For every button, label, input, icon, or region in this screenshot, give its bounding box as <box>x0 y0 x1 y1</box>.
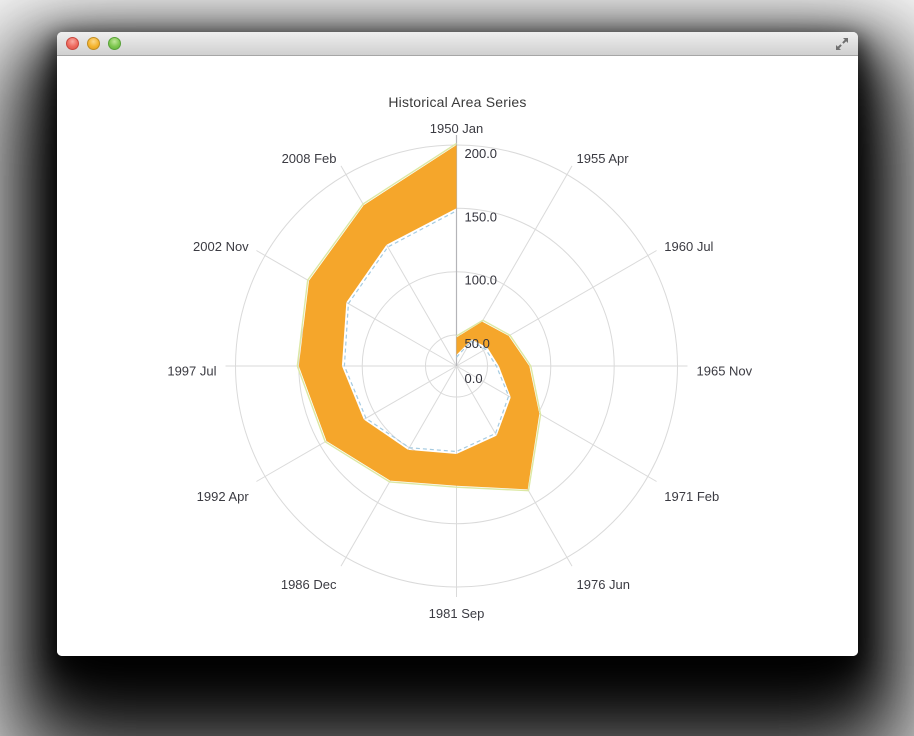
category-label: 1971 Feb <box>664 489 719 504</box>
area-series <box>299 145 540 489</box>
category-label: 1976 Jun <box>577 577 631 592</box>
category-label: 1965 Nov <box>697 364 753 379</box>
category-label: 1960 Jul <box>664 239 713 254</box>
category-label: 2002 Nov <box>193 239 249 254</box>
category-label: 1981 Sep <box>429 606 485 621</box>
radial-tick-label: 100.0 <box>465 273 498 288</box>
category-label: 1997 Jul <box>167 364 216 379</box>
chart-area: Historical Area Series 0.0 50.0 100.0 150.0… <box>57 56 858 656</box>
window-titlebar[interactable] <box>57 32 858 56</box>
category-label: 1986 Dec <box>281 577 337 592</box>
zoom-button[interactable] <box>108 37 121 50</box>
radial-tick-label: 0.0 <box>465 371 483 386</box>
radial-tick-label: 150.0 <box>465 209 498 224</box>
category-label: 1992 Apr <box>197 489 250 504</box>
minimize-button[interactable] <box>87 37 100 50</box>
radial-tick-label: 200.0 <box>465 146 498 161</box>
category-label: 2008 Feb <box>282 151 337 166</box>
radial-tick-label: 50.0 <box>465 336 490 351</box>
chart-title: Historical Area Series <box>57 94 858 110</box>
fullscreen-icon[interactable] <box>834 36 850 52</box>
polar-area-chart: 0.0 50.0 100.0 150.0 200.0 1950 Jan 1955 Apr 19… <box>57 56 858 656</box>
app-window: Historical Area Series 0.0 50.0 100.0 150.0… <box>57 32 858 656</box>
close-button[interactable] <box>66 37 79 50</box>
category-label: 1950 Jan <box>430 121 484 136</box>
category-label: 1955 Apr <box>577 151 630 166</box>
